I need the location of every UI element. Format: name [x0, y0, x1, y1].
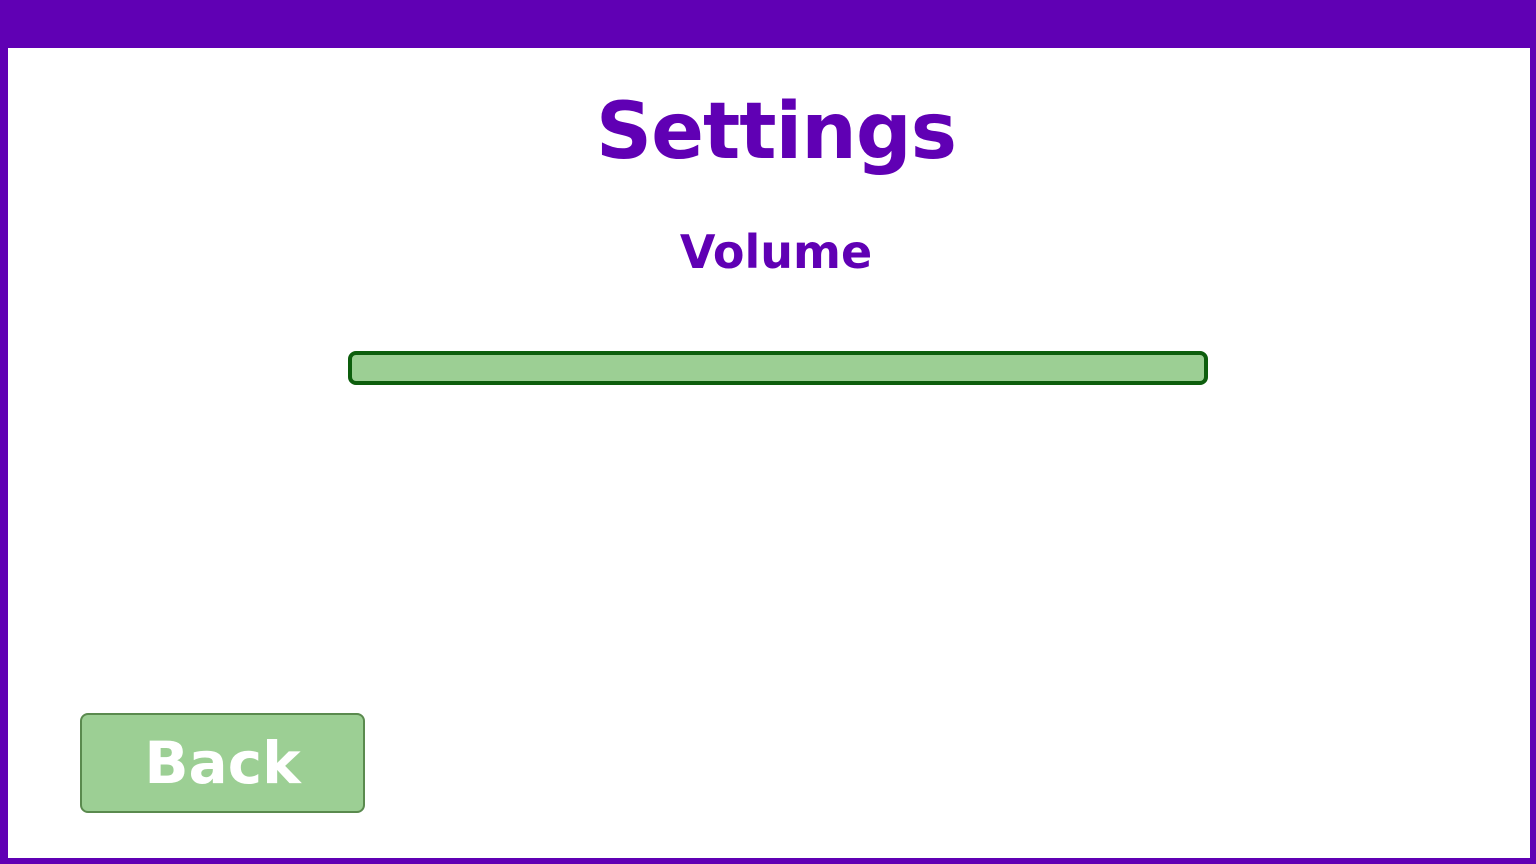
top-bar: [8, 0, 1536, 48]
volume-slider[interactable]: [348, 351, 1208, 385]
page-title: Settings: [595, 87, 957, 177]
volume-label: Volume: [679, 225, 873, 279]
app-window: Settings Volume Back: [0, 0, 1536, 864]
back-button[interactable]: Back: [80, 713, 365, 813]
